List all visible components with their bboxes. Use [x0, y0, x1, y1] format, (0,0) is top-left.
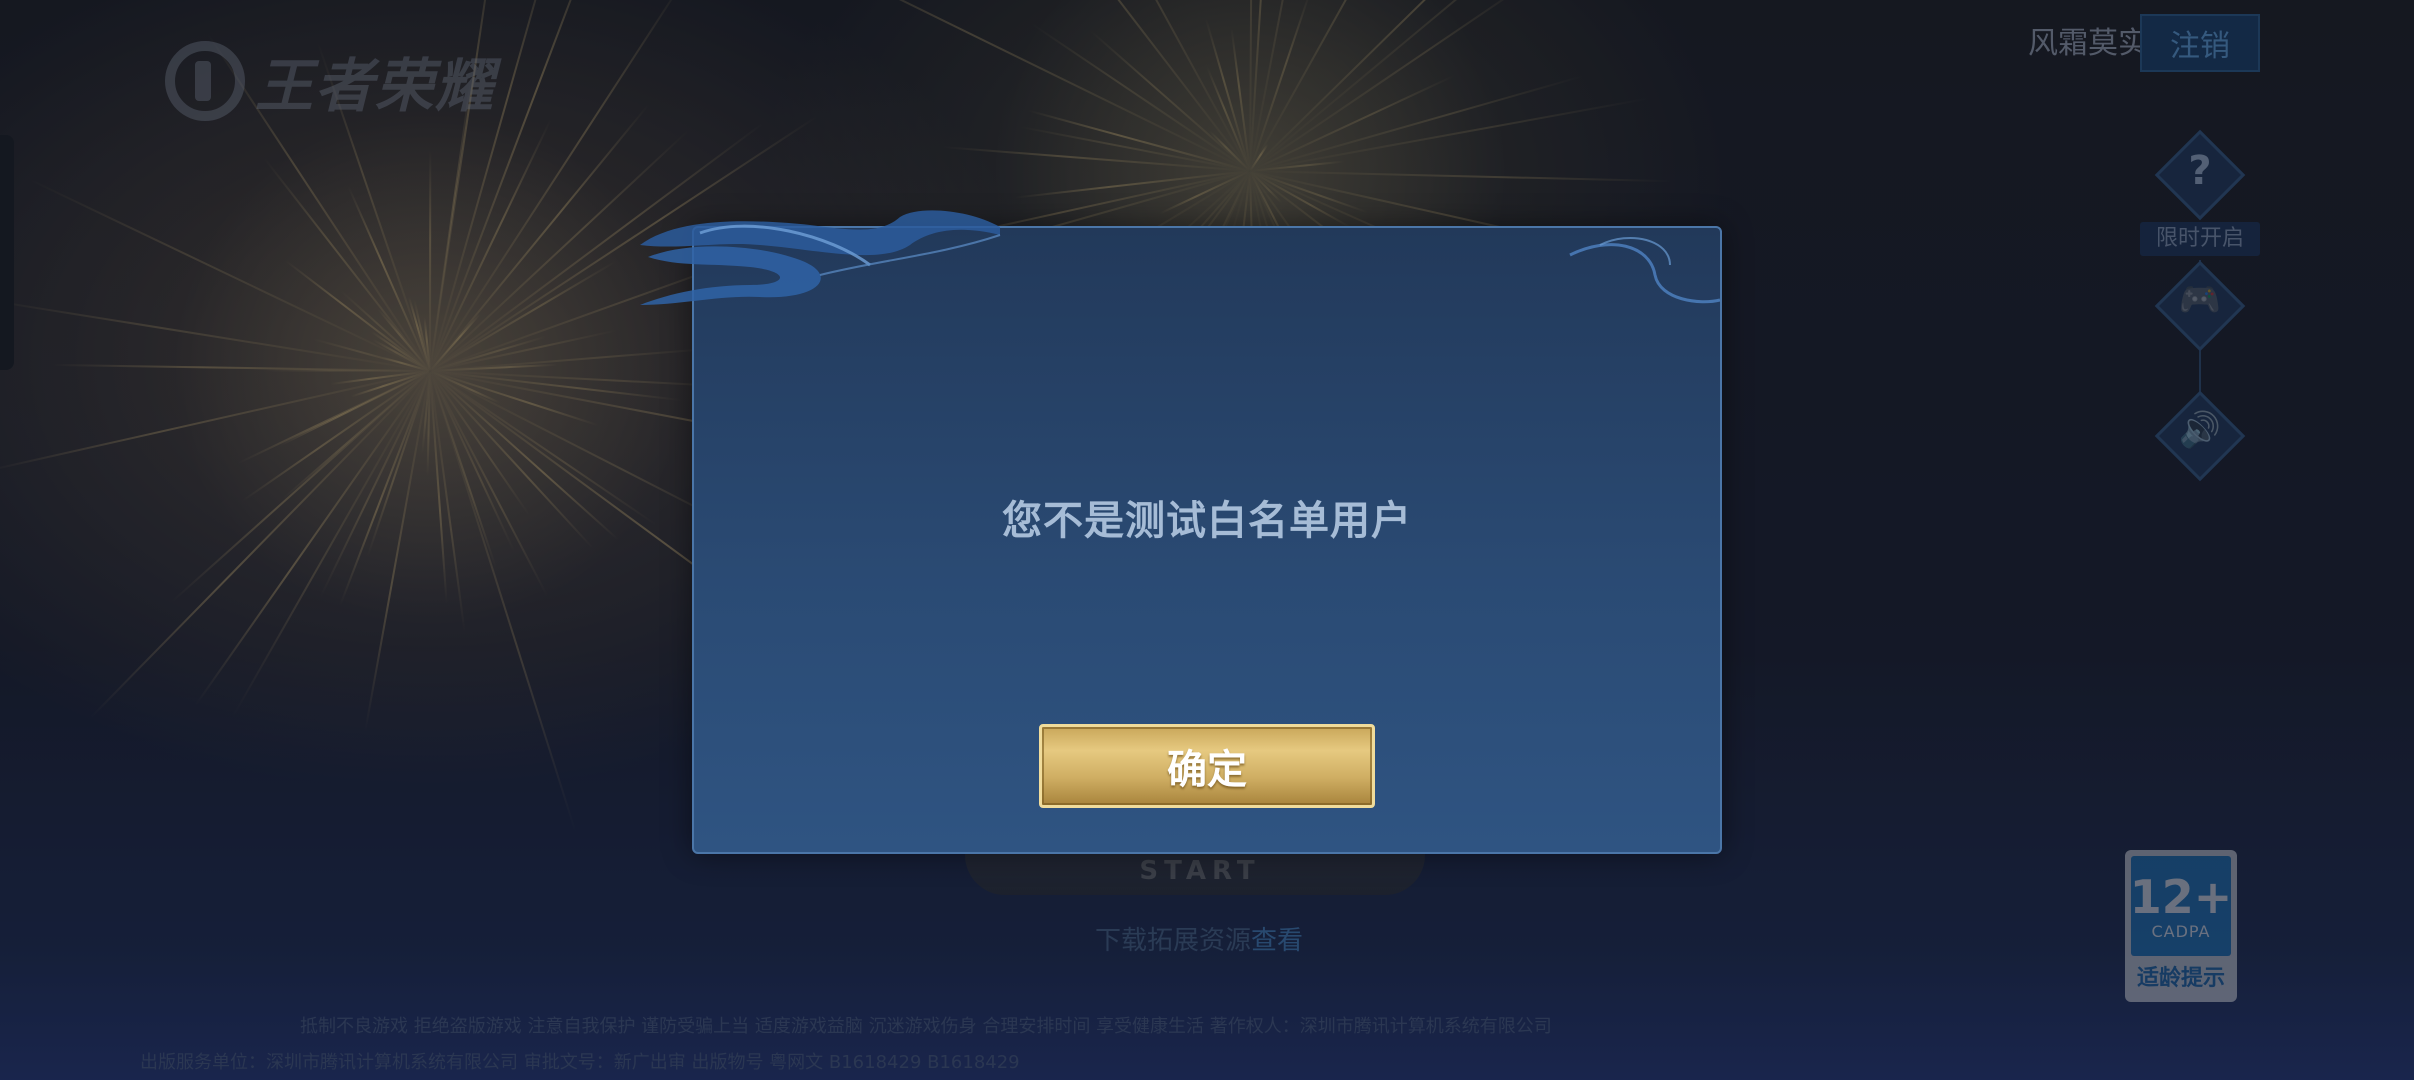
game-login-screen: 王者荣耀 风霜莫实颜 注销 ? 限时开启 🎮 🔊 START 下载拓展资源查看 … — [0, 0, 2414, 1080]
dialog-message: 您不是测试白名单用户 — [1002, 498, 1412, 544]
confirm-button[interactable]: 确定 — [1039, 724, 1375, 808]
